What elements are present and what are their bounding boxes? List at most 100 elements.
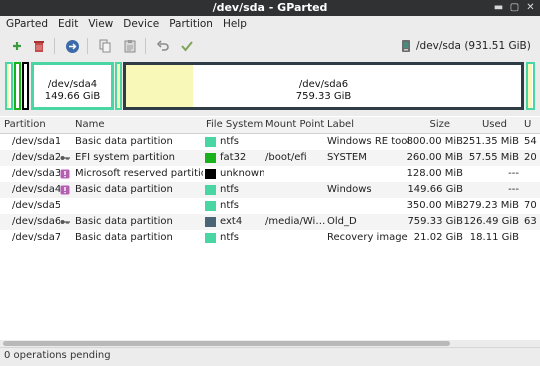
menu-device[interactable]: Device <box>118 16 164 33</box>
cell-mount-point <box>265 230 325 246</box>
minimize-icon[interactable]: ▬ <box>493 2 504 13</box>
cell-mount-point <box>265 198 325 214</box>
filesystem-color-swatch <box>205 201 216 211</box>
cell-partition: /dev/sda7 <box>12 232 60 243</box>
cell-unused: 54 <box>524 136 537 147</box>
col-used[interactable]: Used <box>460 117 507 133</box>
cell-used: 251.35 MiB <box>462 136 519 147</box>
cell-label: SYSTEM <box>327 152 367 163</box>
maximize-icon[interactable]: ▢ <box>509 2 520 13</box>
menu-view[interactable]: View <box>83 16 118 33</box>
graphic-sda4-size: 149.66 GiB <box>44 91 101 102</box>
graphic-sda5[interactable] <box>115 62 122 110</box>
cell-filesystem: ext4 <box>220 216 243 227</box>
cell-name: Microsoft reserved partition <box>75 168 203 179</box>
cell-label: Windows <box>327 184 372 195</box>
cell-size: 800.00 MiB <box>406 136 463 147</box>
graphic-sda3[interactable] <box>22 62 29 110</box>
cell-size: 759.33 GiB <box>407 216 463 227</box>
table-row[interactable]: /dev/sda7 Basic data partition ntfs Recover… <box>0 230 540 246</box>
col-size[interactable]: Size <box>405 117 450 133</box>
cell-filesystem: ntfs <box>220 136 239 147</box>
title-bar: /dev/sda - GParted ▬ ▢ ✕ <box>0 0 540 16</box>
cell-name: Basic data partition <box>75 216 173 227</box>
delete-partition-icon[interactable] <box>30 37 48 55</box>
graphic-sda4[interactable]: /dev/sda4 149.66 GiB <box>31 62 114 110</box>
graphic-sda6-name: /dev/sda6 <box>298 79 349 90</box>
graphic-sda1[interactable] <box>5 62 13 110</box>
cell-partition: /dev/sda6 <box>12 216 60 227</box>
cell-mount-point <box>265 166 325 182</box>
cell-size: 350.00 MiB <box>406 200 463 211</box>
cell-size: 21.02 GiB <box>413 232 463 243</box>
menu-bar: GParted Edit View Device Partition Help <box>0 16 540 33</box>
cell-unused: 20 <box>524 152 537 163</box>
cell-partition: /dev/sda5 <box>12 200 60 211</box>
menu-partition[interactable]: Partition <box>164 16 218 33</box>
cell-label <box>327 166 409 182</box>
cell-mount-point <box>265 134 325 150</box>
table-row[interactable]: /dev/sda1 Basic data partition ntfs Windows… <box>0 134 540 150</box>
partition-table: Partition Name File System Mount Point L… <box>0 117 540 338</box>
close-icon[interactable]: ✕ <box>525 2 536 13</box>
cell-unused: 63 <box>524 216 537 227</box>
key-icon <box>60 153 70 163</box>
cell-filesystem: ntfs <box>220 200 239 211</box>
cell-filesystem: unknown <box>220 168 264 179</box>
scrollbar-thumb[interactable] <box>3 341 450 346</box>
filesystem-color-swatch <box>205 137 216 147</box>
table-row[interactable]: /dev/sda6 Basic data partition ext4/media/… <box>0 214 540 230</box>
cell-mount-point: /boot/efi <box>265 152 307 163</box>
new-partition-icon[interactable] <box>8 37 26 55</box>
graphic-sda6[interactable]: /dev/sda6 759.33 GiB <box>123 62 524 110</box>
cell-partition: /dev/sda3 <box>12 168 60 179</box>
graphic-sda4-name: /dev/sda4 <box>47 79 98 90</box>
cell-name: EFI system partition <box>75 152 175 163</box>
undo-icon[interactable] <box>154 37 172 55</box>
graphic-sda2[interactable] <box>14 62 21 110</box>
apply-icon[interactable] <box>178 37 196 55</box>
info-icon <box>60 169 70 179</box>
cell-used: 126.49 GiB <box>463 216 519 227</box>
cell-unused <box>524 230 540 246</box>
col-filesystem[interactable]: File System <box>206 117 263 133</box>
status-bar: 0 operations pending <box>0 347 540 366</box>
cell-name: Basic data partition <box>75 232 173 243</box>
table-row[interactable]: /dev/sda3 Microsoft reserved partition unk… <box>0 166 540 182</box>
device-selector[interactable]: /dev/sda (931.51 GiB) <box>401 36 534 56</box>
window-title: /dev/sda - GParted <box>212 1 328 14</box>
cell-label: Recovery image <box>327 232 408 243</box>
col-mount-point[interactable]: Mount Point <box>265 117 324 133</box>
copy-icon[interactable] <box>96 37 114 55</box>
cell-name <box>75 198 203 214</box>
cell-size: 128.00 MiB <box>406 168 463 179</box>
info-icon <box>60 185 70 195</box>
paste-icon[interactable] <box>121 37 139 55</box>
filesystem-color-swatch <box>205 217 216 227</box>
cell-name: Basic data partition <box>75 136 173 147</box>
col-label[interactable]: Label <box>327 117 354 133</box>
resize-move-icon[interactable] <box>63 37 81 55</box>
cell-used: --- <box>508 168 519 179</box>
cell-filesystem: ntfs <box>220 232 239 243</box>
menu-edit[interactable]: Edit <box>53 16 83 33</box>
partition-graphic: /dev/sda4 149.66 GiB /dev/sda6 759.33 Gi… <box>0 58 540 116</box>
table-row[interactable]: /dev/sda5 ntfs 350.00 MiB 279.23 MiB 70 <box>0 198 540 214</box>
cell-partition: /dev/sda4 <box>12 184 60 195</box>
col-name[interactable]: Name <box>75 117 105 133</box>
cell-used: 279.23 MiB <box>462 200 519 211</box>
cell-filesystem: fat32 <box>220 152 247 163</box>
graphic-sda7[interactable] <box>526 62 535 110</box>
cell-name: Basic data partition <box>75 184 173 195</box>
table-row[interactable]: /dev/sda4 Basic data partition ntfs Windows… <box>0 182 540 198</box>
menu-help[interactable]: Help <box>218 16 252 33</box>
cell-size: 149.66 GiB <box>407 184 463 195</box>
horizontal-scrollbar[interactable] <box>0 340 540 347</box>
table-row[interactable]: /dev/sda2 EFI system partition fat32/boot/… <box>0 150 540 166</box>
menu-gparted[interactable]: GParted <box>0 16 53 33</box>
col-unused[interactable]: U <box>524 117 531 133</box>
cell-label: Windows RE tools <box>327 136 409 147</box>
col-partition[interactable]: Partition <box>4 117 46 133</box>
cell-unused <box>524 166 540 182</box>
disk-icon <box>402 40 410 52</box>
